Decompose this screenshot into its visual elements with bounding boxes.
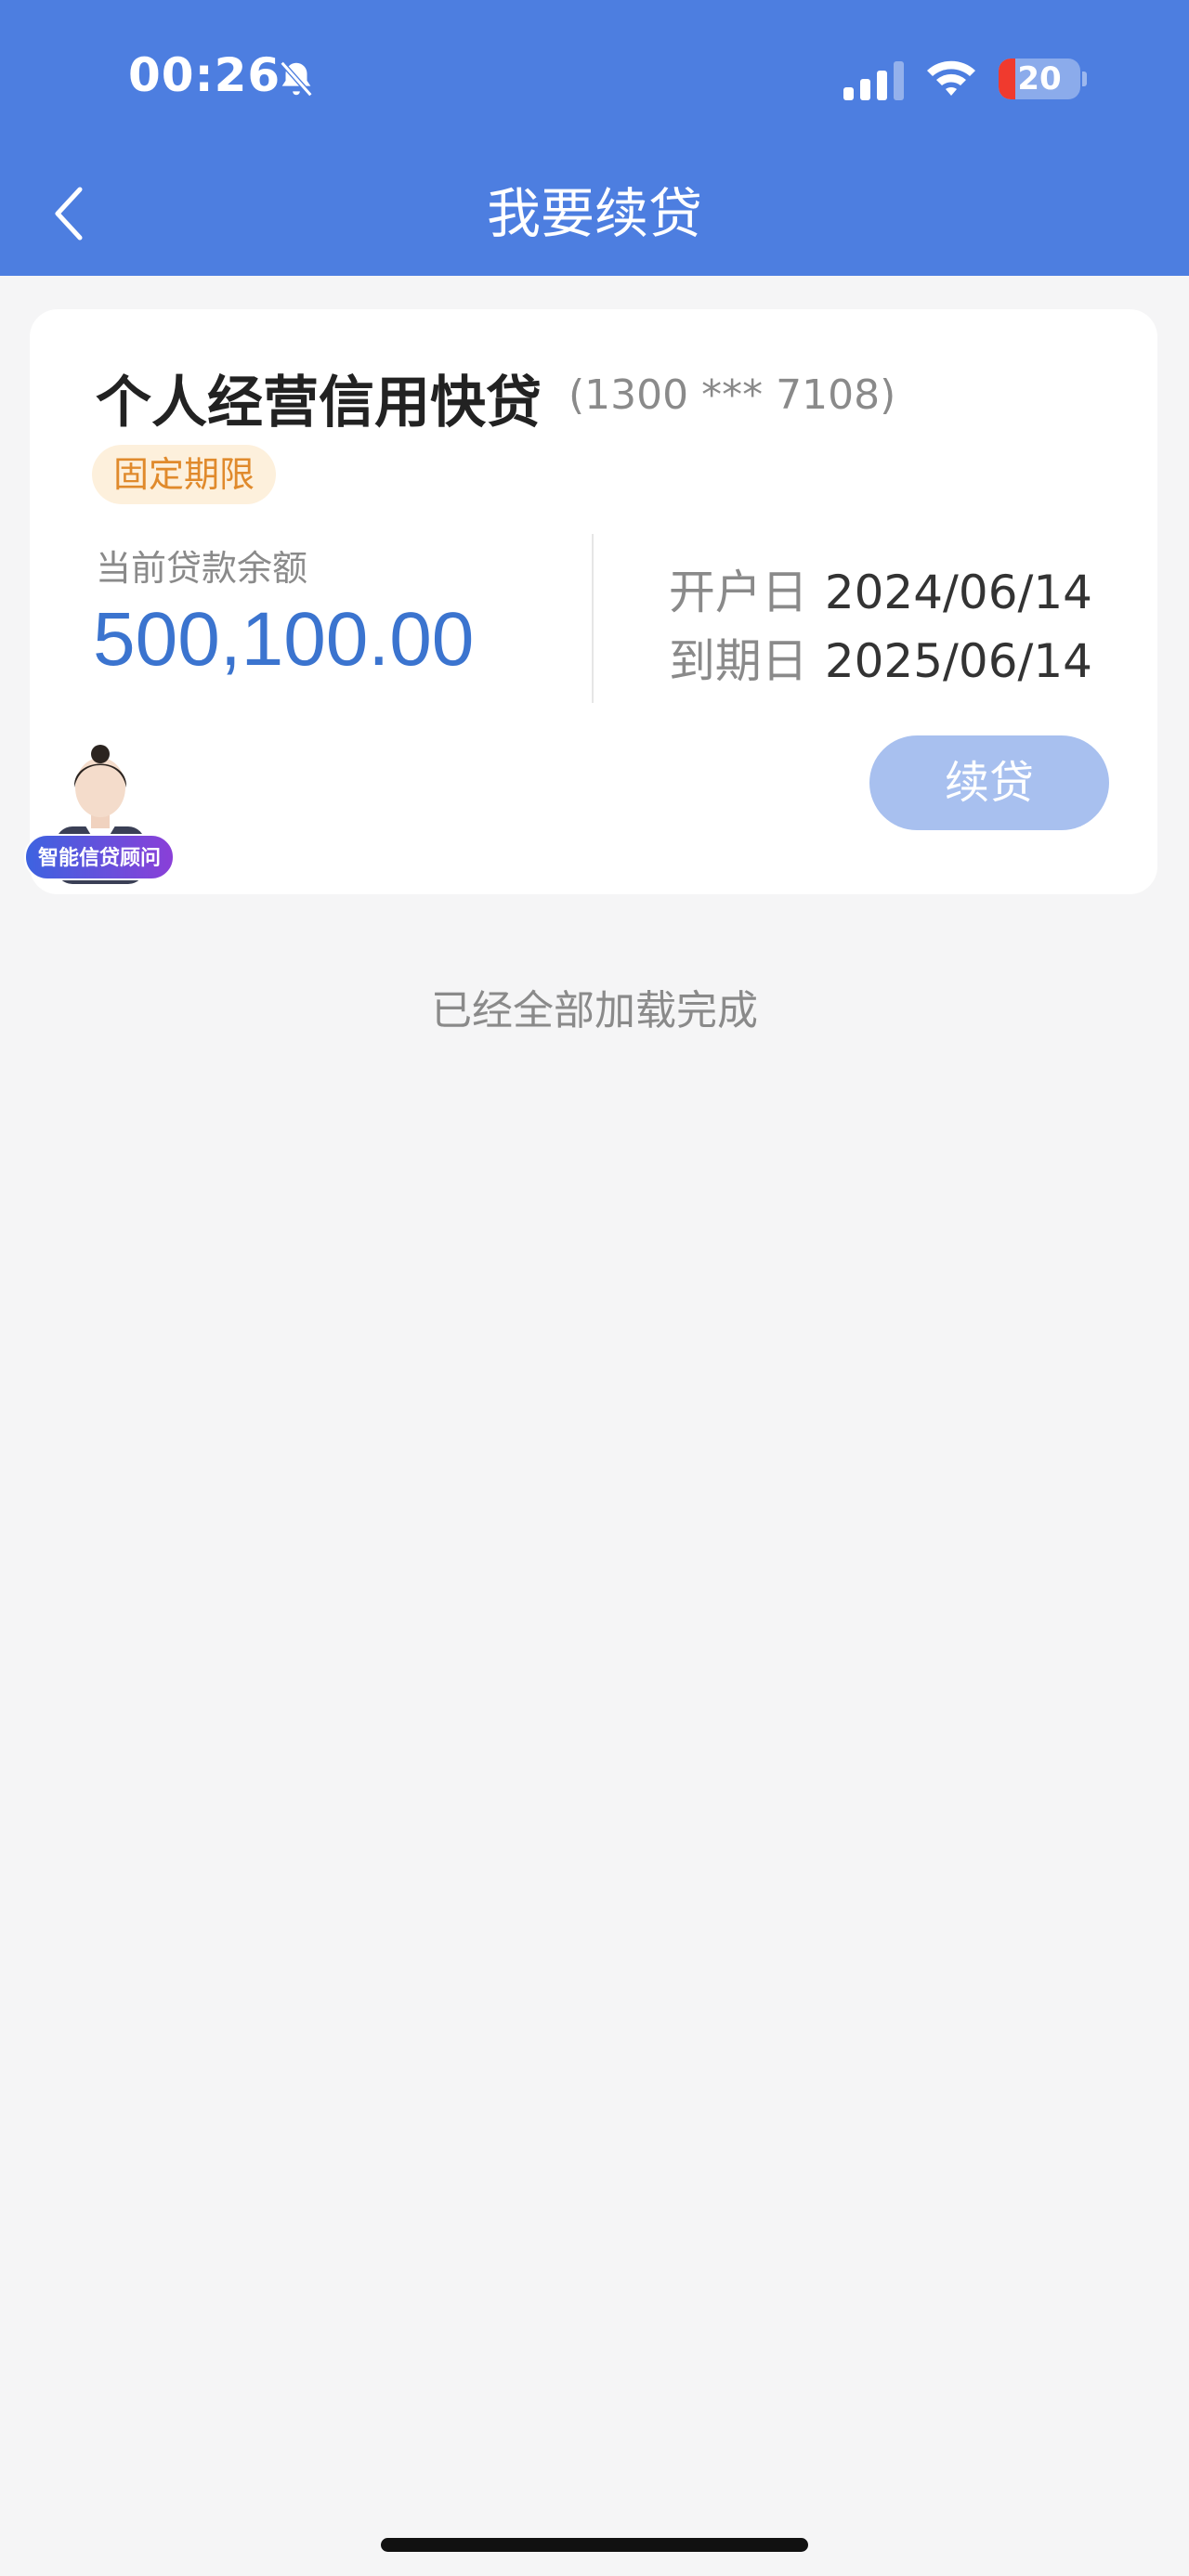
signal-icon [843, 61, 904, 100]
open-date-value: 2024/06/14 [824, 566, 1092, 619]
term-tag: 固定期限 [92, 445, 276, 504]
balance-value: 500,100.00 [93, 597, 475, 682]
open-date-label: 开户日 [668, 566, 808, 619]
wifi-icon [927, 60, 975, 96]
advisor-badge[interactable]: 智能信贷顾问 [24, 834, 175, 880]
battery-tip [1082, 72, 1087, 86]
balance-label: 当前贷款余额 [96, 548, 308, 589]
battery-percent: 20 [1017, 60, 1062, 98]
account-number: (1300 *** 7108) [568, 371, 896, 419]
page-title: 我要续贷 [486, 182, 702, 245]
open-date-row: 开户日 2024/06/14 [669, 555, 1092, 622]
due-date-label: 到期日 [668, 634, 808, 688]
loaded-status: 已经全部加载完成 [431, 987, 758, 1034]
product-name: 个人经营信用快贷 [96, 371, 542, 436]
renew-button[interactable]: 续贷 [869, 735, 1109, 830]
due-date-value: 2025/06/14 [824, 634, 1092, 688]
battery-icon: 20 [999, 59, 1080, 99]
home-indicator[interactable] [381, 2538, 808, 2552]
card-divider [592, 534, 594, 703]
status-time: 00:26 [128, 48, 281, 102]
due-date-row: 到期日 2025/06/14 [669, 624, 1092, 691]
bell-muted-icon [280, 60, 313, 98]
